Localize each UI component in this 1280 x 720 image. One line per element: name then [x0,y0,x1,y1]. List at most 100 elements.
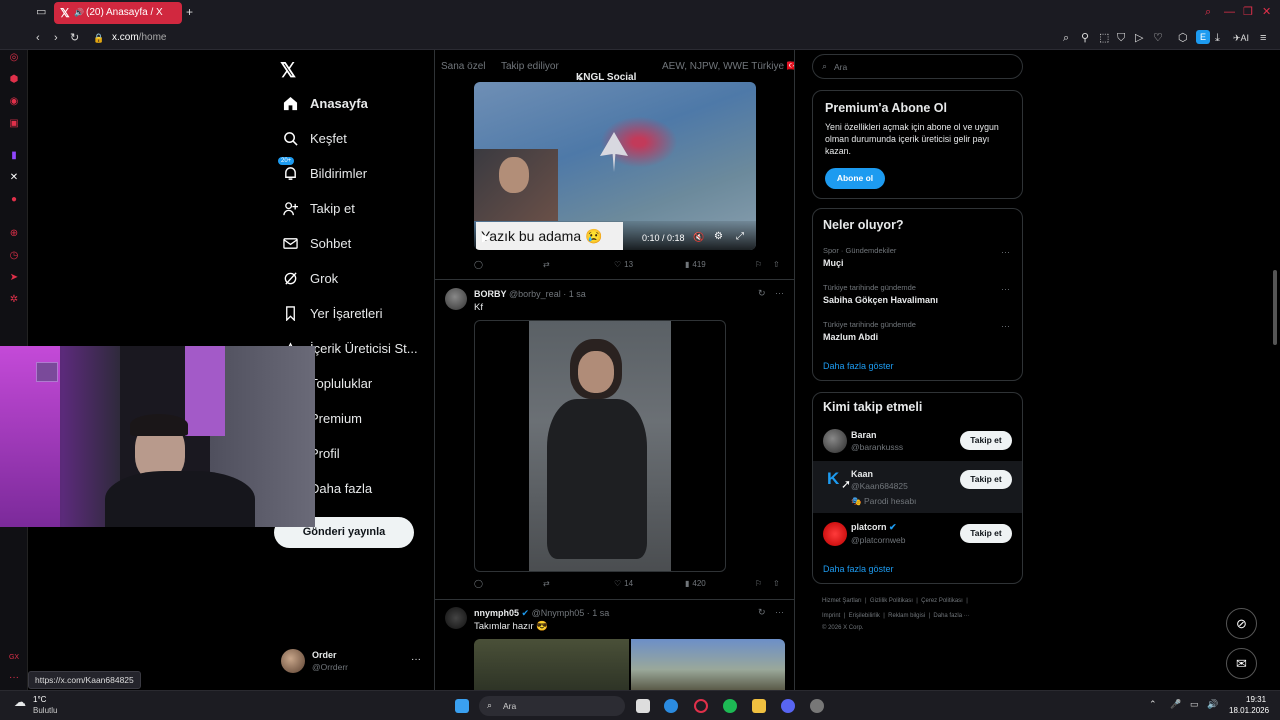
task-view-icon[interactable] [636,699,650,713]
sidebar-more-icon[interactable]: ··· [8,672,20,684]
sidebar-history-icon[interactable]: ▣ [8,118,20,130]
weather-icon[interactable]: ☁ [14,695,26,709]
shield-icon[interactable]: ⛉ [1117,32,1125,44]
nav-grok[interactable]: Grok [282,267,338,289]
tab-following[interactable]: Takip ediliyor [501,61,559,72]
edge-icon[interactable] [664,699,678,713]
download-icon[interactable]: ⤓ [1215,32,1220,44]
play-icon[interactable]: ▶ [482,231,490,244]
views-button-2[interactable]: ▮ 420 [685,579,706,588]
sidebar-gx-icon[interactable]: GX [8,652,20,664]
tweet-image-1[interactable] [474,639,629,690]
sidebar-music-icon[interactable]: ● [8,194,20,206]
nav-chat[interactable]: Sohbet [282,232,351,254]
footer-link[interactable]: Daha fazla ··· [933,613,969,619]
trend-name[interactable]: Sabiha Gökçen Havalimanı [823,295,938,305]
search-box[interactable]: ⌕ Ara [812,54,1023,79]
reply-icon[interactable]: ◯ [474,260,483,269]
trend-name[interactable]: Muçi [823,258,844,268]
profile-e-icon[interactable]: E [1196,30,1210,44]
tweet-more-icon[interactable]: ··· [775,288,784,298]
back-icon[interactable]: ‹ [36,32,40,44]
search-tabs-icon[interactable]: ⌕ [1205,6,1211,18]
retweet-icon[interactable]: ⇄ [543,260,550,269]
url-field[interactable]: x.com/home [112,32,166,43]
sidebar-twitch-icon[interactable]: ▮ [8,150,20,162]
search-input[interactable]: Ara [834,62,847,72]
file-explorer-icon[interactable] [752,699,766,713]
taskbar-search[interactable]: ⌕ Ara [479,696,625,716]
follow-button[interactable]: Takip et [960,431,1012,450]
snapshot-icon[interactable]: ⬚ [1099,32,1109,44]
minimize-icon[interactable]: — [1224,6,1235,18]
maximize-icon[interactable]: ❐ [1243,6,1253,18]
sidebar-settings-icon[interactable]: ✲ [8,294,20,306]
avatar[interactable]: K [827,469,839,489]
tab-for-you[interactable]: Sana özel [441,61,485,72]
nav-follow[interactable]: Takip et [282,197,355,219]
trend-more-icon[interactable]: ··· [1001,321,1010,331]
scrollbar[interactable] [1273,270,1277,345]
footer-link[interactable]: Imprint [822,613,840,619]
tweet-author-handle[interactable]: @borby_real [509,289,561,299]
fullscreen-icon[interactable]: ⤢ [736,231,744,242]
sidebar-add-icon[interactable]: ⊕ [8,228,20,240]
workspaces-icon[interactable]: ▭ [36,6,46,18]
ai-icon[interactable]: ✈AI [1233,32,1249,44]
account-name[interactable]: Order [312,650,337,660]
tweet-avatar[interactable] [445,607,467,629]
close-window-icon[interactable]: ✕ [1262,6,1271,18]
menu-icon[interactable]: ≡ [1260,32,1266,44]
tab-aew-njpw-wwe[interactable]: AEW, NJPW, WWE Türkiye 🇹🇷 [662,61,794,72]
speaker-icon[interactable]: 🔊 [74,2,84,24]
tweet-author-handle[interactable]: @Nnymph05 [532,608,585,618]
grok-action-icon[interactable]: ↻ [758,607,766,618]
account-more-icon[interactable]: ··· [411,654,421,665]
trend-more-icon[interactable]: ··· [1001,284,1010,294]
display-icon[interactable]: ▭ [1190,699,1199,710]
sidebar-send-icon[interactable]: ➤ [8,272,20,284]
retweet-icon-2[interactable]: ⇄ [543,579,550,588]
app-icon[interactable] [810,699,824,713]
nav-home[interactable]: Anasayfa [282,92,368,114]
tweet-image-2[interactable] [631,639,785,690]
avatar[interactable] [823,522,847,546]
nav-bookmarks[interactable]: Yer İşaretleri [282,302,383,324]
reply-icon-2[interactable]: ◯ [474,579,483,588]
account-avatar[interactable] [281,649,305,673]
tweet-more-icon[interactable]: ··· [775,607,784,617]
like-button[interactable]: ♡ 13 [614,260,633,269]
footer-link[interactable]: Erişilebilirlik [849,613,880,619]
bookmark-action-icon[interactable]: ⚐ [755,579,762,588]
clock-date[interactable]: 18.01.2026 [1229,706,1269,715]
tweet-author-name[interactable]: nnymph05 [474,608,519,618]
grok-float-icon[interactable]: ⊘ [1226,608,1257,639]
heart-icon[interactable]: ♡ [1153,32,1163,44]
trend-name[interactable]: Mazlum Abdi [823,332,878,342]
suggested-user-name[interactable]: Kaan [851,469,873,479]
mic-icon[interactable]: 🎤 [1170,699,1181,710]
video-settings-icon[interactable]: ⚙ [714,231,723,242]
share-icon[interactable]: ⇧ [773,260,780,269]
sidebar-aria-icon[interactable]: ◎ [8,52,20,64]
follow-button[interactable]: Takip et [960,524,1012,543]
tweet-video-2[interactable] [474,320,726,572]
grok-action-icon[interactable]: ↻ [758,288,766,299]
subscribe-button[interactable]: Abone ol [825,168,885,189]
reload-icon[interactable]: ↻ [70,32,79,44]
trend-more-icon[interactable]: ··· [1001,247,1010,257]
who-to-follow-show-more[interactable]: Daha fazla göster [823,564,894,574]
suggested-user-name[interactable]: Baran [851,430,877,440]
forward-icon[interactable]: › [54,32,58,44]
sidebar-messenger-icon[interactable]: ◉ [8,96,20,108]
start-icon[interactable] [455,699,469,713]
tweet-time[interactable]: 1 sa [592,608,609,618]
messages-float-icon[interactable]: ✉ [1226,648,1257,679]
new-tab-icon[interactable]: + [186,6,193,18]
pin-icon[interactable]: ⚲ [1081,32,1089,44]
footer-link[interactable]: Hizmet Şartları [822,598,862,604]
tweet-avatar[interactable] [445,288,467,310]
footer-link[interactable]: Gizlilik Politikası [870,598,913,604]
mute-icon[interactable]: 🔇 [693,232,704,243]
tweet-video[interactable]: Yazık bu adama 😢 ▶ 0:10 / 0:18 🔇 ⚙ ⤢ [474,82,756,250]
